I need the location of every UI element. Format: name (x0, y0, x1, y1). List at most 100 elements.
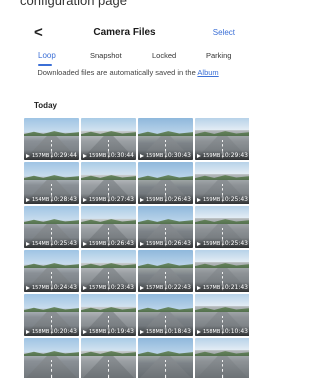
thumbnail-scenery (138, 175, 193, 181)
play-icon (197, 286, 201, 290)
play-icon (197, 154, 201, 158)
recording-time: 10:30:43 (164, 152, 191, 159)
thumbnail-meta-bar: 158MB 10:20:43 (24, 326, 79, 336)
recording-time: 10:30:44 (107, 152, 134, 159)
recording-time: 10:10:43 (221, 328, 248, 335)
thumbnail-scenery (195, 351, 249, 357)
thumbnail-lane-marking (164, 360, 167, 378)
video-thumbnail[interactable]: 159MB 10:29:43 (195, 118, 249, 160)
thumbnail-scenery (24, 263, 79, 269)
play-icon (140, 154, 144, 158)
video-thumbnail[interactable]: 157MB 10:23:43 (81, 250, 136, 292)
tab-snapshot[interactable]: Snapshot (90, 50, 122, 61)
video-thumbnail[interactable] (138, 338, 193, 378)
recording-time: 10:29:44 (50, 152, 77, 159)
thumbnail-scenery (24, 219, 79, 225)
video-thumbnail[interactable] (81, 338, 136, 378)
video-thumbnail[interactable] (24, 338, 79, 378)
video-thumbnail[interactable]: 159MB 10:25:43 (195, 206, 249, 248)
video-thumbnail[interactable]: 159MB 10:30:43 (138, 118, 193, 160)
recording-time: 10:19:43 (107, 328, 134, 335)
video-thumbnail[interactable]: 158MB 10:18:43 (138, 294, 193, 336)
file-size: 154MB (32, 241, 50, 247)
thumbnail-scenery (138, 263, 193, 269)
file-size: 157MB (89, 285, 107, 291)
thumbnail-meta-bar: 159MB 10:25:43 (195, 238, 249, 248)
video-thumbnail[interactable]: 159MB 10:27:43 (81, 162, 136, 204)
play-icon (197, 242, 201, 246)
recording-time: 10:27:43 (107, 196, 134, 203)
thumbnail-meta-bar: 158MB 10:18:43 (138, 326, 193, 336)
play-icon (140, 286, 144, 290)
thumbnail-lane-marking (107, 360, 110, 378)
recording-time: 10:21:43 (221, 284, 248, 291)
page-caption: configuration page (20, 0, 127, 8)
thumbnail-scenery (81, 219, 136, 225)
thumbnail-lane-marking (50, 360, 53, 378)
recording-time: 10:22:43 (164, 284, 191, 291)
video-thumbnail-grid: 157MB 10:29:44 159MB 10:30:44 159MB 10:30:43 1… (24, 118, 249, 378)
album-link[interactable]: Album (197, 68, 218, 77)
navigation-bar: < Camera Files Select (0, 24, 249, 42)
thumbnail-meta-bar: 157MB 10:21:43 (195, 282, 249, 292)
play-icon (140, 330, 144, 334)
page-title: Camera Files (93, 27, 156, 38)
tab-loop[interactable]: Loop (38, 50, 56, 61)
video-thumbnail[interactable]: 157MB 10:22:43 (138, 250, 193, 292)
thumbnail-meta-bar: 159MB 10:25:43 (195, 194, 249, 204)
recording-time: 10:18:43 (164, 328, 191, 335)
video-thumbnail[interactable]: 159MB 10:30:44 (81, 118, 136, 160)
video-thumbnail[interactable]: 159MB 10:26:43 (138, 206, 193, 248)
thumbnail-scenery (81, 263, 136, 269)
play-icon (26, 286, 30, 290)
select-button[interactable]: Select (213, 24, 235, 42)
file-size: 159MB (146, 153, 164, 159)
thumbnail-scenery (81, 351, 136, 357)
file-size: 157MB (32, 285, 50, 291)
video-thumbnail[interactable]: 159MB 10:25:43 (195, 162, 249, 204)
file-size: 158MB (89, 329, 107, 335)
thumbnail-meta-bar: 159MB 10:30:43 (138, 150, 193, 160)
download-notice: Downloaded files are automatically saved… (28, 68, 228, 78)
file-size: 157MB (203, 285, 221, 291)
thumbnail-scenery (195, 131, 249, 137)
tab-parking[interactable]: Parking (206, 50, 231, 61)
file-size: 159MB (89, 197, 107, 203)
video-thumbnail[interactable]: 159MB 10:26:43 (81, 206, 136, 248)
play-icon (26, 330, 30, 334)
video-thumbnail[interactable]: 154MB 10:25:43 (24, 206, 79, 248)
thumbnail-scenery (195, 263, 249, 269)
play-icon (26, 154, 30, 158)
video-thumbnail[interactable]: 157MB 10:29:44 (24, 118, 79, 160)
video-thumbnail[interactable]: 157MB 10:24:43 (24, 250, 79, 292)
video-thumbnail[interactable]: 158MB 10:19:43 (81, 294, 136, 336)
thumbnail-scenery (24, 307, 79, 313)
thumbnail-meta-bar: 157MB 10:24:43 (24, 282, 79, 292)
thumbnail-meta-bar: 157MB 10:23:43 (81, 282, 136, 292)
thumbnail-meta-bar: 158MB 10:19:43 (81, 326, 136, 336)
video-thumbnail[interactable]: 154MB 10:28:43 (24, 162, 79, 204)
recording-time: 10:29:43 (221, 152, 248, 159)
file-size: 159MB (89, 153, 107, 159)
video-thumbnail[interactable]: 158MB 10:20:43 (24, 294, 79, 336)
thumbnail-scenery (195, 307, 249, 313)
thumbnail-meta-bar: 159MB 10:26:43 (81, 238, 136, 248)
file-size: 159MB (203, 197, 221, 203)
video-thumbnail[interactable]: 159MB 10:26:43 (138, 162, 193, 204)
thumbnail-scenery (138, 351, 193, 357)
thumbnail-scenery (138, 219, 193, 225)
thumbnail-meta-bar: 154MB 10:28:43 (24, 194, 79, 204)
video-thumbnail[interactable] (195, 338, 249, 378)
play-icon (140, 198, 144, 202)
file-size: 159MB (89, 241, 107, 247)
video-thumbnail[interactable]: 158MB 10:10:43 (195, 294, 249, 336)
tab-locked[interactable]: Locked (152, 50, 176, 61)
play-icon (197, 330, 201, 334)
thumbnail-meta-bar: 157MB 10:29:44 (24, 150, 79, 160)
thumbnail-scenery (81, 307, 136, 313)
recording-time: 10:24:43 (50, 284, 77, 291)
recording-time: 10:23:43 (107, 284, 134, 291)
video-thumbnail[interactable]: 157MB 10:21:43 (195, 250, 249, 292)
section-title: Today (34, 101, 57, 110)
thumbnail-scenery (24, 131, 79, 137)
